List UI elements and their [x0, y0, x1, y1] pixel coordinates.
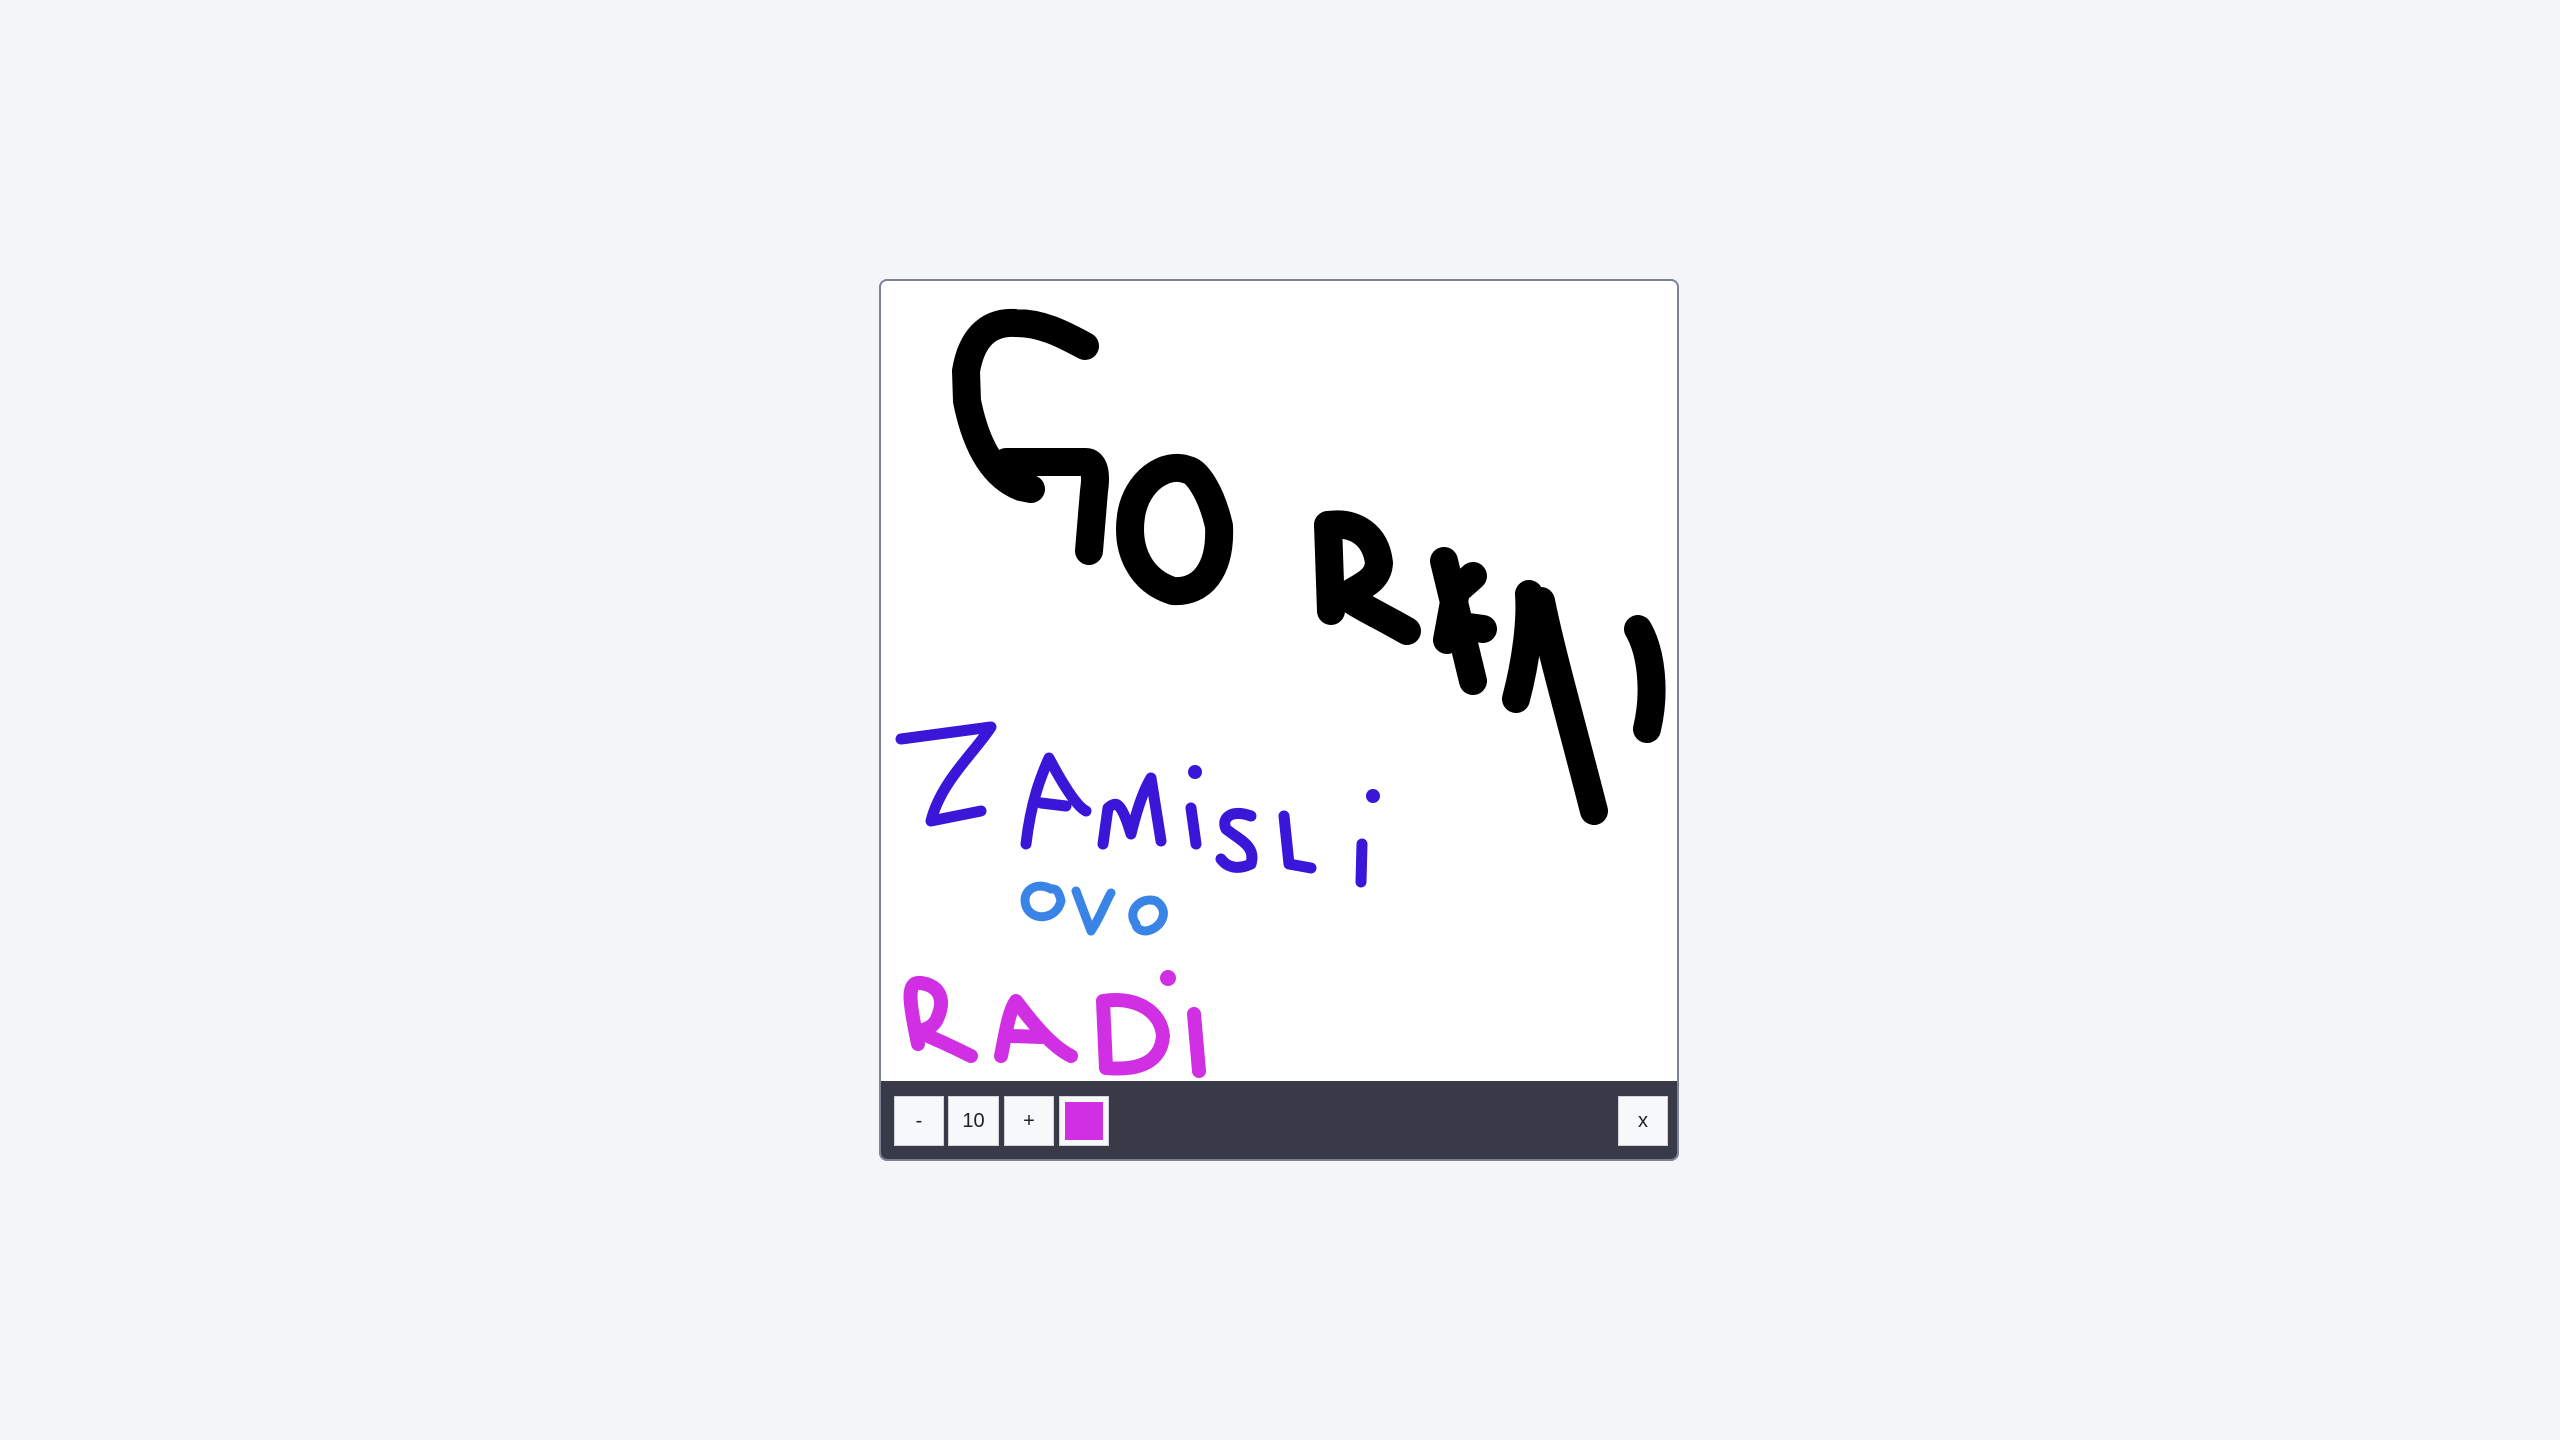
decrease-brush-button[interactable]: - [894, 1096, 944, 1146]
stroke-path [1187, 1007, 1206, 1078]
close-button[interactable]: x [1618, 1096, 1668, 1146]
stroke-path [1116, 453, 1234, 606]
stroke-path [994, 994, 1078, 1063]
drawing-canvas[interactable] [881, 281, 1677, 1083]
brush-size-value: 10 [948, 1096, 999, 1146]
current-color-chip [1065, 1102, 1103, 1140]
stroke-path [903, 975, 978, 1063]
dot-mark [1188, 765, 1202, 779]
stroke-path [1502, 580, 1544, 713]
stroke-path [1447, 612, 1497, 643]
dot-mark [1366, 789, 1380, 803]
stroke-path [1355, 838, 1368, 888]
stroke-group-magenta [903, 975, 1206, 1078]
stroke-path [1278, 810, 1317, 874]
stroke-path [1035, 797, 1072, 812]
stroke-group-dots [1160, 765, 1380, 986]
stroke-group-sky [1020, 881, 1168, 936]
stroke-path [1185, 802, 1202, 850]
stroke-path [1624, 615, 1666, 743]
stroke-path [1020, 881, 1066, 922]
stroke-path [992, 448, 1109, 565]
dot-mark [1160, 970, 1176, 986]
stroke-path [895, 721, 997, 827]
stroke-group-indigo [895, 721, 1368, 888]
stroke-group-black [952, 308, 1666, 825]
stroke-path [1096, 993, 1170, 1076]
stroke-path [1128, 895, 1168, 936]
stroke-path [1097, 772, 1167, 850]
stroke-path [1071, 886, 1116, 936]
canvas-surface[interactable] [881, 281, 1677, 1083]
increase-brush-button[interactable]: + [1004, 1096, 1054, 1146]
drawing-toolbar: - 10 + x [881, 1081, 1677, 1159]
stroke-path [1004, 1029, 1048, 1044]
stroke-path [1215, 808, 1258, 873]
drawing-board: - 10 + x [879, 279, 1679, 1161]
color-picker-button[interactable] [1059, 1096, 1109, 1146]
stroke-path [1527, 587, 1608, 825]
